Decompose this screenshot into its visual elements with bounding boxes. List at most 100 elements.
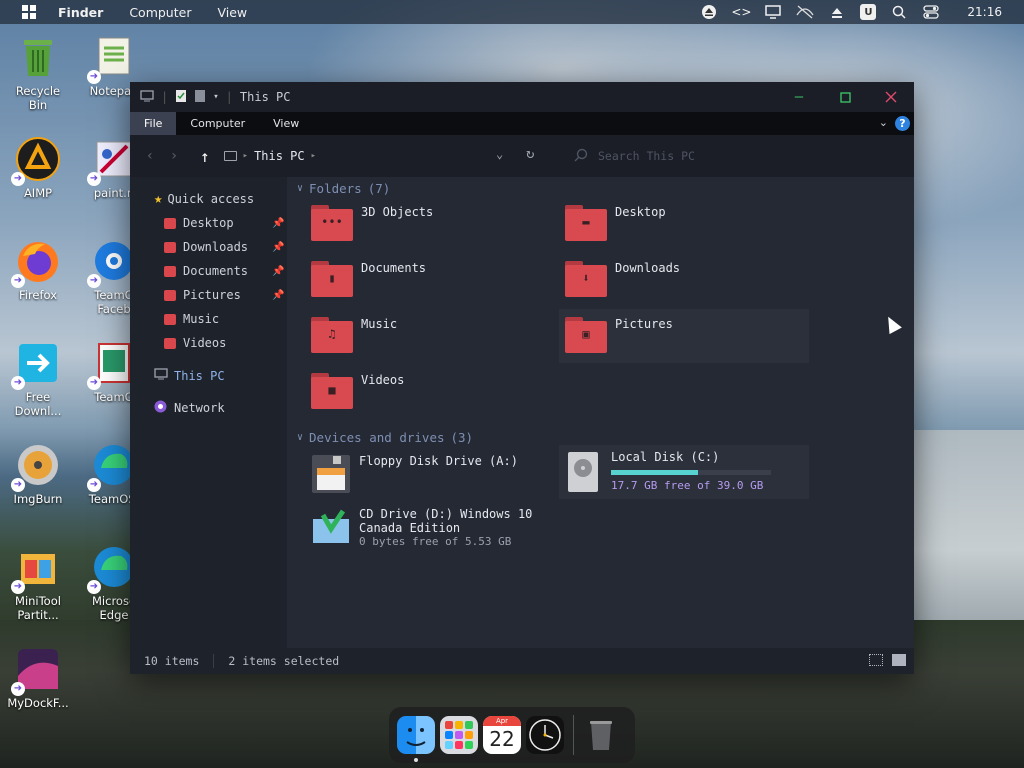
- minimize-button[interactable]: —: [776, 82, 822, 112]
- control-center-icon[interactable]: [922, 4, 940, 20]
- sidebar-item-label: Music: [183, 312, 220, 326]
- desktop-icon-mydockfinder[interactable]: ➜ MyDockF...: [0, 646, 78, 710]
- properties-icon[interactable]: [175, 89, 187, 106]
- pin-icon[interactable]: 📌: [272, 290, 284, 301]
- desktop-icon-aimp[interactable]: ➜ AIMP: [0, 136, 78, 200]
- desktop-icon-free-download[interactable]: ➜ Free Downl...: [0, 340, 78, 418]
- launchpad-icon[interactable]: [440, 716, 478, 754]
- sidebar-item-quick-access[interactable]: ★ Quick access: [154, 191, 254, 207]
- minitool-icon: ➜: [11, 544, 61, 594]
- up-arrow-icon[interactable]: ↑: [200, 147, 210, 166]
- drive-tile-local-disk[interactable]: Local Disk (C:) 17.7 GB free of 39.0 GB: [559, 445, 809, 499]
- sidebar-item-music[interactable]: Music: [164, 312, 219, 326]
- breadcrumb-this-pc[interactable]: This PC: [254, 149, 305, 163]
- folder-tile-videos[interactable]: ■ Videos: [311, 373, 551, 423]
- desktop-icon-recycle-bin[interactable]: Recycle Bin: [0, 34, 78, 112]
- folder-tile-3d-objects[interactable]: ••• 3D Objects: [311, 205, 551, 255]
- sidebar-item-desktop[interactable]: Desktop 📌: [164, 216, 284, 230]
- sidebar-item-this-pc[interactable]: This PC: [154, 368, 225, 383]
- title-bar[interactable]: | ▾ | This PC —: [130, 82, 914, 112]
- help-button[interactable]: ?: [895, 116, 910, 131]
- drive-label: CD Drive (D:) Windows 10 Canada Edition: [359, 507, 533, 535]
- drive-tile-floppy[interactable]: Floppy Disk Drive (A:): [311, 454, 551, 500]
- status-bar: 10 items 2 items selected: [130, 648, 914, 674]
- separator-icon: |: [225, 90, 233, 104]
- folder-label: Videos: [361, 373, 405, 387]
- separator-icon: |: [161, 90, 169, 104]
- menu-computer[interactable]: Computer: [129, 5, 191, 20]
- folder-label: Documents: [361, 261, 427, 275]
- monitor-icon[interactable]: [764, 4, 782, 20]
- sidebar-item-label: Desktop: [183, 216, 234, 230]
- trash-icon[interactable]: [582, 716, 620, 754]
- breadcrumb[interactable]: ▸ This PC ▸: [223, 149, 316, 163]
- folder-tile-documents[interactable]: ▮ Documents: [311, 261, 551, 311]
- clock[interactable]: 21:16: [967, 5, 1002, 19]
- tab-file[interactable]: File: [130, 112, 177, 135]
- sidebar-item-pictures[interactable]: Pictures 📌: [164, 288, 284, 302]
- network-off-icon[interactable]: [796, 4, 814, 20]
- chevron-down-icon[interactable]: ▾: [213, 92, 218, 102]
- group-title: Devices and drives: [309, 430, 445, 445]
- pin-icon[interactable]: 📌: [272, 218, 284, 229]
- finder-icon[interactable]: [397, 716, 435, 762]
- menu-view[interactable]: View: [217, 5, 247, 20]
- close-button[interactable]: [868, 82, 914, 112]
- code-icon[interactable]: <>: [731, 4, 751, 20]
- folder-tile-music[interactable]: ♫ Music: [311, 317, 551, 367]
- sidebar-item-label: Pictures: [183, 288, 241, 302]
- shortcut-arrow-icon: ➜: [11, 376, 25, 390]
- sidebar-item-videos[interactable]: Videos: [164, 336, 226, 350]
- sidebar-item-label: This PC: [174, 368, 225, 383]
- pin-icon[interactable]: 📌: [272, 266, 284, 277]
- clock-icon[interactable]: [526, 716, 564, 754]
- desktop-icon-label: MyDockF...: [7, 696, 69, 710]
- drive-tile-cd[interactable]: CD Drive (D:) Windows 10 Canada Edition …: [311, 507, 571, 557]
- breadcrumb-arrow-icon: ▸: [242, 151, 249, 161]
- desktop-icon-imgburn[interactable]: ➜ ImgBurn: [0, 442, 78, 506]
- search-icon[interactable]: [890, 4, 908, 20]
- refresh-icon[interactable]: ↻: [526, 146, 534, 162]
- address-bar: ‹ › ↑ ▸ This PC ▸ ⌄ ↻ Search This PC: [130, 135, 914, 177]
- back-button[interactable]: ‹: [138, 148, 162, 164]
- folder-tile-pictures[interactable]: ▣ Pictures: [559, 309, 809, 363]
- pin-icon[interactable]: 📌: [272, 242, 284, 253]
- window-title: This PC: [239, 90, 291, 104]
- folder-tile-downloads[interactable]: ⬇ Downloads: [565, 261, 805, 311]
- window-system-icon[interactable]: [140, 89, 154, 105]
- expand-ribbon-icon[interactable]: ⌄: [879, 116, 888, 129]
- folder-tile-desktop[interactable]: ▬ Desktop: [565, 205, 805, 255]
- u-box-icon[interactable]: U: [860, 4, 877, 20]
- tab-view[interactable]: View: [259, 112, 313, 135]
- firefox-icon: ➜: [11, 238, 61, 288]
- folders-group-header[interactable]: ∨ Folders (7): [297, 181, 390, 196]
- drives-group-header[interactable]: ∨ Devices and drives (3): [297, 430, 473, 445]
- desktop-icon-firefox[interactable]: ➜ Firefox: [0, 238, 78, 302]
- sidebar-item-documents[interactable]: Documents 📌: [164, 264, 284, 278]
- notepad-icon: ➜: [87, 34, 137, 84]
- windows-logo-icon[interactable]: [22, 5, 36, 19]
- new-folder-icon[interactable]: [194, 89, 206, 106]
- details-view-icon[interactable]: [869, 654, 883, 666]
- search-input[interactable]: Search This PC: [574, 143, 904, 169]
- folder-downloads-icon: ⬇: [565, 261, 607, 297]
- maximize-button[interactable]: [822, 82, 868, 112]
- mydockfinder-icon: ➜: [11, 646, 61, 696]
- large-icons-view-icon[interactable]: [892, 654, 906, 666]
- shortcut-arrow-icon: ➜: [11, 682, 25, 696]
- shortcut-arrow-icon: ➜: [11, 274, 25, 288]
- sidebar-item-network[interactable]: Network: [154, 400, 225, 416]
- hard-disk-icon: [565, 450, 601, 499]
- desktop-icon-minitool[interactable]: ➜ MiniTool Partit...: [0, 544, 78, 622]
- tab-computer[interactable]: Computer: [176, 112, 259, 135]
- forward-button[interactable]: ›: [162, 148, 186, 164]
- menu-app-finder[interactable]: Finder: [58, 5, 103, 20]
- cd-drive-icon: [311, 507, 351, 557]
- address-dropdown-icon[interactable]: ⌄: [496, 147, 503, 161]
- sidebar-item-downloads[interactable]: Downloads 📌: [164, 240, 284, 254]
- eject-icon[interactable]: [700, 4, 718, 20]
- upload-icon[interactable]: [828, 4, 846, 20]
- free-download-icon: ➜: [11, 340, 61, 390]
- dock-divider: [573, 715, 574, 755]
- calendar-icon[interactable]: Apr 22: [483, 716, 521, 754]
